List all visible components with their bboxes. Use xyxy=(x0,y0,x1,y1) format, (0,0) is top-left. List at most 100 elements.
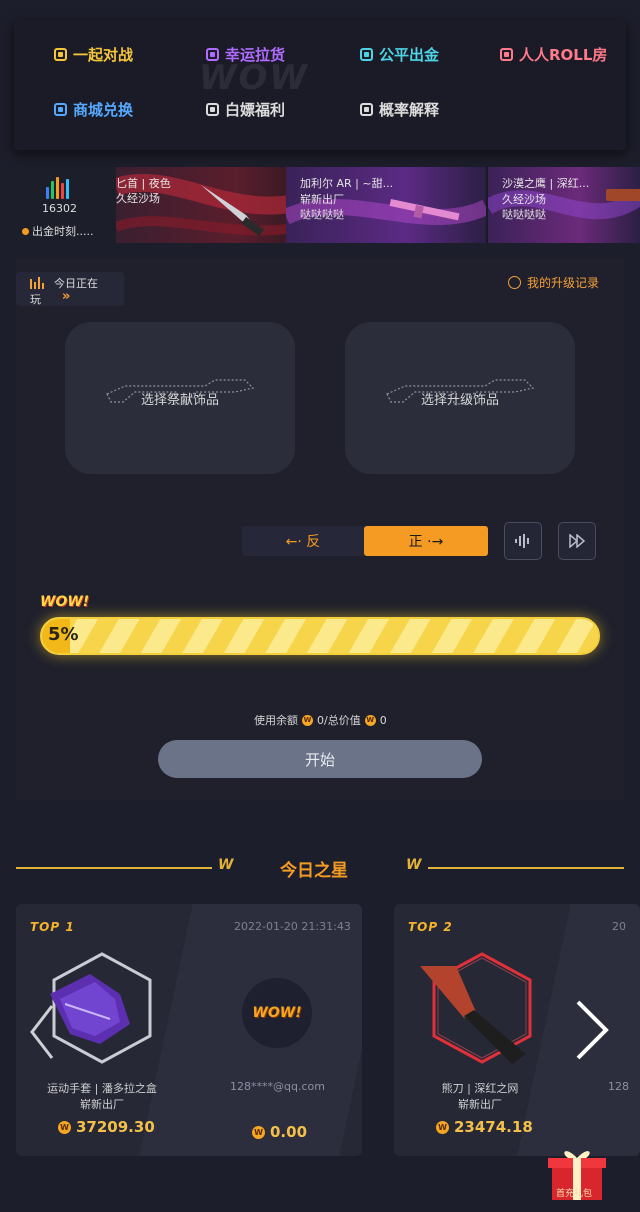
gloves-icon xyxy=(50,974,130,1044)
item-wear: 崭新出厂 xyxy=(458,1098,502,1111)
direction-toggle: ←· 反 正 ·→ xyxy=(242,526,488,556)
drop-item-name: 加利尔 AR | ~甜... xyxy=(300,177,394,190)
balance-label: 使用余额 xyxy=(254,714,298,727)
target-item-slot[interactable]: 选择升级饰品 xyxy=(345,322,575,474)
user-price: W 0.00 xyxy=(252,1123,307,1141)
forward-button[interactable]: 正 ·→ xyxy=(364,526,488,556)
send-icon xyxy=(206,103,219,116)
wow-badge: WOW! xyxy=(40,594,90,610)
nav-item-label: 一起对战 xyxy=(73,46,134,64)
item-price-value: 37209.30 xyxy=(76,1118,155,1136)
bar-chart-icon xyxy=(46,177,69,199)
item-name: 运动手套 | 潘多拉之盒 xyxy=(47,1082,157,1095)
roll-icon xyxy=(500,48,513,61)
drop-card[interactable]: 沙漠之鹰 | 深红... 久经沙场 哒哒哒哒 xyxy=(488,167,640,243)
knife-icon xyxy=(201,185,265,237)
star-card-top1[interactable]: TOP 1 2022-01-20 21:31:43 运动手套 | 潘多拉之盒 崭… xyxy=(16,904,362,1156)
bars-icon xyxy=(30,277,44,289)
live-drops-strip: 匕首 | 夜色 久经沙场 加利尔 AR | ~甜... 崭新出厂 哒哒哒哒 沙漠… xyxy=(0,167,640,243)
nav-item-battle[interactable]: 一起对战 xyxy=(54,44,133,65)
sacrifice-slot-label: 选择祭献饰品 xyxy=(140,392,219,408)
coin-icon: W xyxy=(436,1120,449,1134)
drop-item-wear: 久经沙场 xyxy=(502,193,546,206)
nav-item-label: 人人ROLL房 xyxy=(519,46,608,64)
drop-count: 16302 xyxy=(42,202,77,215)
coin-icon: W xyxy=(302,714,313,726)
drop-item-user: 哒哒哒哒 xyxy=(502,208,546,221)
avatar: WOW! xyxy=(242,978,312,1048)
lucky-icon xyxy=(206,48,219,61)
w-logo-icon: W xyxy=(218,857,234,873)
double-chevron-right-icon: » xyxy=(62,289,71,304)
item-name: 熊刀 | 深红之网 xyxy=(441,1082,519,1095)
coin-icon: W xyxy=(364,714,376,726)
nav-item-label: 白嫖福利 xyxy=(225,101,286,119)
item-price: W 37209.30 xyxy=(58,1118,155,1136)
pistol-icon xyxy=(606,189,640,201)
user-email: 128****@qq.com xyxy=(230,1080,325,1093)
nav-item-shop[interactable]: 商城兑换 xyxy=(54,99,133,120)
w-logo-icon: W xyxy=(406,857,422,873)
nav-item-fair[interactable]: 公平出金 xyxy=(360,44,439,65)
drop-stat-panel: 16302 出金时刻..... xyxy=(0,167,116,243)
nav-item-label: 公平出金 xyxy=(379,46,440,64)
today-playing-badge[interactable]: 今日正在 玩 » xyxy=(16,272,124,306)
nav-item-roll[interactable]: 人人ROLL房 xyxy=(500,44,607,65)
total-value: 0 xyxy=(379,713,387,727)
target-slot-label: 选择升级饰品 xyxy=(420,392,499,408)
nav-item-label: 商城兑换 xyxy=(73,101,134,119)
coin-icon: W xyxy=(252,1125,265,1139)
top-nav-panel: WOW 一起对战 幸运拉货 公平出金 人人ROLL房 商城兑换 白嫖福利 概率解… xyxy=(14,20,626,150)
upgrade-record-link[interactable]: 我的升级记录 xyxy=(508,274,599,291)
drop-item-name: 匕首 | 夜色 xyxy=(116,177,171,190)
star-of-day-title: 今日之星 xyxy=(280,861,348,881)
item-wear: 崭新出厂 xyxy=(80,1098,124,1111)
drop-item-name: 沙漠之鹰 | 深红... xyxy=(502,177,590,190)
rifle-icon xyxy=(389,199,460,221)
drop-item-user: 哒哒哒哒 xyxy=(300,208,344,221)
nav-item-probability[interactable]: 概率解释 xyxy=(360,99,439,120)
record-label: 我的升级记录 xyxy=(527,276,600,290)
user-price-value: 0.00 xyxy=(270,1123,308,1141)
chevron-left-icon[interactable] xyxy=(26,1002,56,1062)
nav-item-welfare[interactable]: 白嫖福利 xyxy=(206,99,285,120)
balance-info: 使用余额 W 0/总价值 W 0 xyxy=(254,712,387,728)
gift-label: 首充礼包 xyxy=(556,1189,593,1199)
probability-label: 5% xyxy=(48,624,79,645)
chevron-right-icon[interactable] xyxy=(572,998,612,1062)
nav-item-lucky[interactable]: 幸运拉货 xyxy=(206,44,285,65)
card-time: 20 xyxy=(612,920,626,933)
start-button[interactable]: 开始 xyxy=(158,740,482,778)
balance-value: 0/总价值 xyxy=(317,714,361,727)
reverse-button[interactable]: ←· 反 xyxy=(242,526,364,556)
top-rank-badge: TOP 2 xyxy=(408,920,453,934)
knife-icon xyxy=(420,966,526,1064)
fair-icon xyxy=(360,48,373,61)
sacrifice-item-slot[interactable]: 选择祭献饰品 xyxy=(65,322,295,474)
item-price: W 23474.18 xyxy=(436,1118,533,1136)
success-probability-bar xyxy=(40,617,600,655)
divider-line xyxy=(428,867,624,869)
clock-icon xyxy=(508,276,521,289)
coin-icon: W xyxy=(58,1120,71,1134)
probability-icon xyxy=(360,103,373,116)
live-label-text: 出金时刻..... xyxy=(32,225,94,238)
soundwave-icon xyxy=(515,534,529,548)
item-price-value: 23474.18 xyxy=(454,1118,533,1136)
top-rank-badge: TOP 1 xyxy=(30,920,75,934)
today-playing-line2: 玩 xyxy=(30,293,41,306)
battle-icon xyxy=(54,48,67,61)
today-playing-line1: 今日正在 xyxy=(54,277,98,290)
drop-live-label: 出金时刻..... xyxy=(22,223,93,239)
drop-card[interactable]: 加利尔 AR | ~甜... 崭新出厂 哒哒哒哒 xyxy=(286,167,486,243)
live-dot-icon xyxy=(22,227,29,235)
nav-item-label: 概率解释 xyxy=(379,101,440,119)
sound-toggle-button[interactable] xyxy=(504,522,542,560)
user-email: 128 xyxy=(608,1080,629,1093)
divider-line xyxy=(16,867,212,869)
nav-item-label: 幸运拉货 xyxy=(225,46,286,64)
skip-animation-button[interactable] xyxy=(558,522,596,560)
drop-item-wear: 久经沙场 xyxy=(116,192,160,205)
card-time: 2022-01-20 21:31:43 xyxy=(234,920,351,933)
drop-item-wear: 崭新出厂 xyxy=(300,193,344,206)
